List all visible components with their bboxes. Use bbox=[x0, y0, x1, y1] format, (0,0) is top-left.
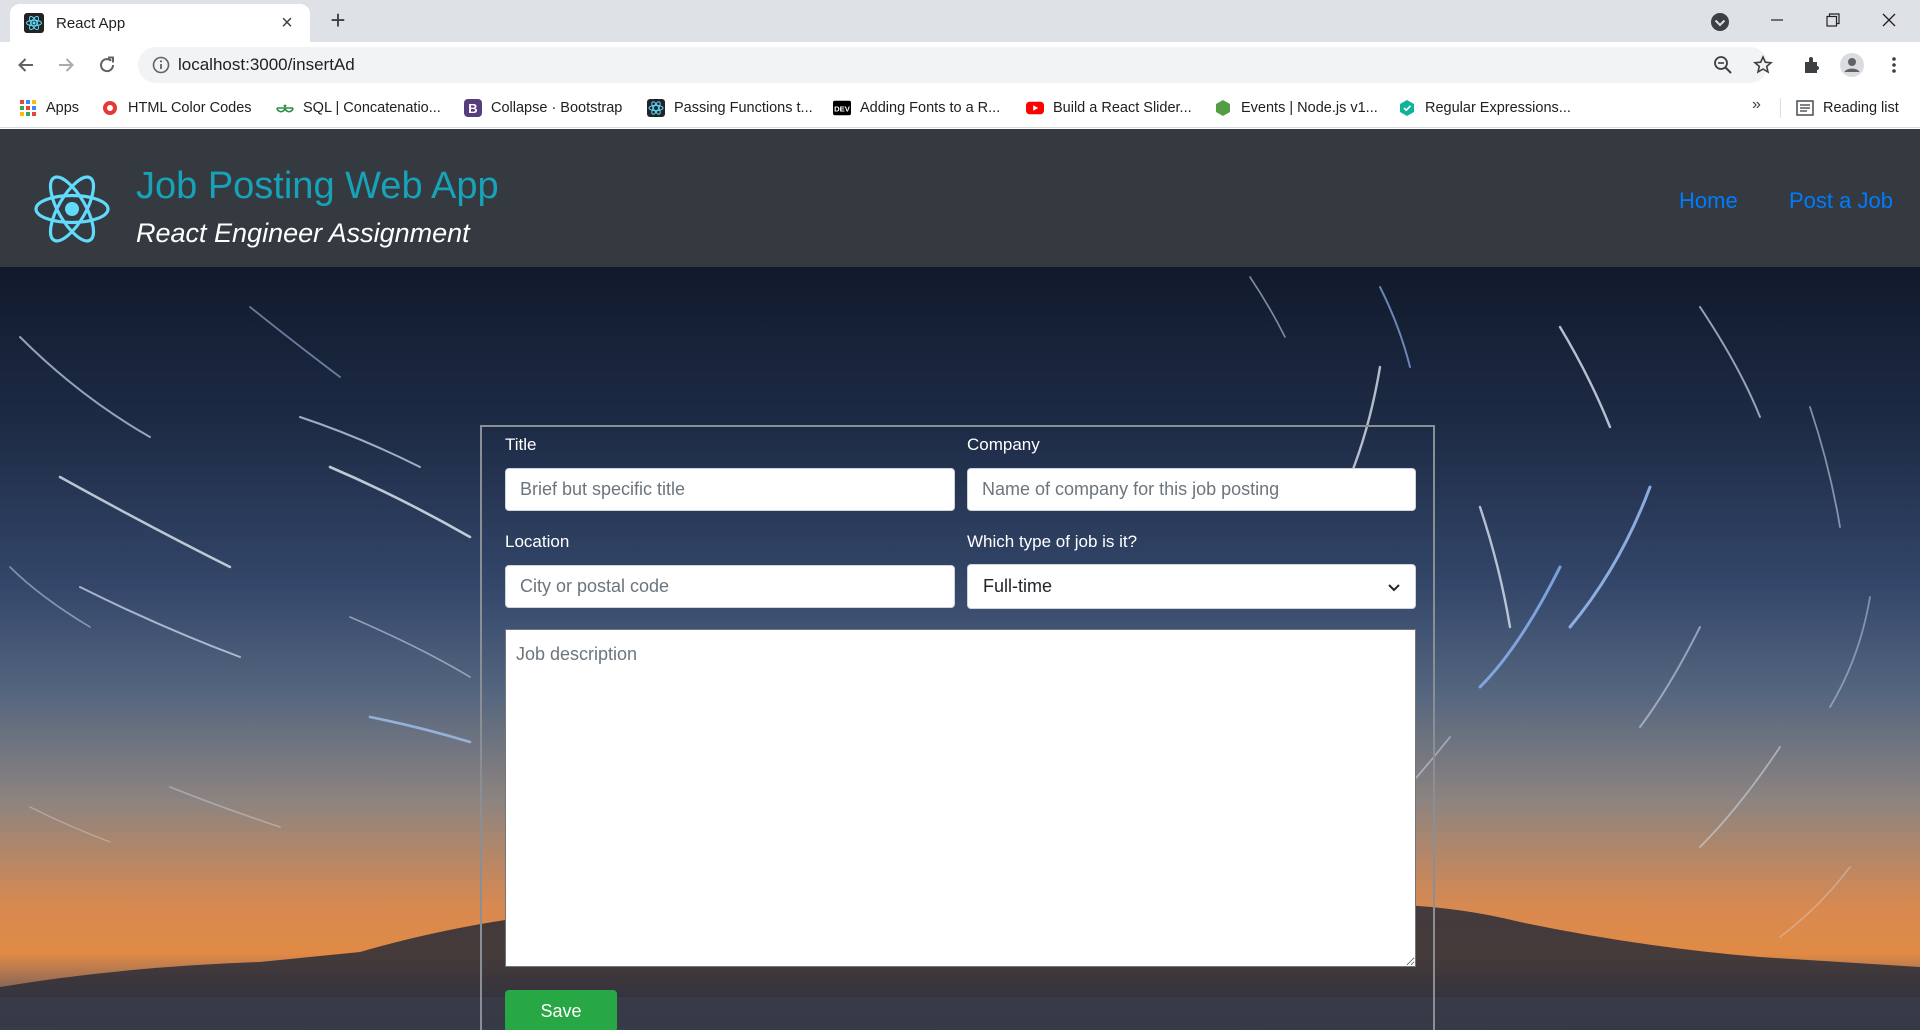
profile-avatar-icon[interactable] bbox=[1838, 51, 1866, 79]
restore-icon[interactable] bbox=[1810, 0, 1856, 40]
extensions-icon[interactable] bbox=[1798, 51, 1826, 79]
brand-title[interactable]: Job Posting Web App bbox=[136, 165, 499, 208]
bookmark-label: Build a React Slider... bbox=[1053, 100, 1192, 116]
page-viewport: Job Posting Web App React Engineer Assig… bbox=[0, 129, 1920, 1030]
browser-tab[interactable]: React App × bbox=[10, 4, 310, 42]
reading-list-button[interactable]: Reading list bbox=[1796, 97, 1899, 119]
dev-icon: DEV bbox=[833, 99, 851, 117]
site-info-icon[interactable] bbox=[150, 54, 172, 76]
bookmark-label: HTML Color Codes bbox=[128, 100, 252, 116]
job-type-select[interactable]: Full-time bbox=[967, 564, 1416, 609]
bookmark-react-slider[interactable]: Build a React Slider... bbox=[1026, 97, 1192, 119]
react-favicon-icon bbox=[24, 13, 44, 33]
save-button[interactable]: Save bbox=[505, 990, 617, 1030]
bookmark-star-icon[interactable] bbox=[1752, 54, 1774, 76]
location-input[interactable] bbox=[505, 565, 955, 608]
svg-text:B: B bbox=[468, 101, 477, 116]
reading-list-label: Reading list bbox=[1823, 100, 1899, 116]
nav-post-job-link[interactable]: Post a Job bbox=[1789, 188, 1893, 214]
bookmark-regular-expressions[interactable]: Regular Expressions... bbox=[1398, 97, 1571, 119]
close-tab-icon[interactable]: × bbox=[276, 12, 298, 34]
tab-title: React App bbox=[56, 14, 126, 32]
job-type-label: Which type of job is it? bbox=[967, 532, 1138, 551]
svg-text:DEV: DEV bbox=[834, 105, 851, 114]
location-label: Location bbox=[505, 532, 570, 551]
geeksforgeeks-icon bbox=[276, 99, 294, 117]
react-logo-icon bbox=[32, 173, 112, 245]
bookmark-label: Events | Node.js v1... bbox=[1241, 100, 1378, 116]
window-close-icon[interactable] bbox=[1866, 0, 1912, 40]
tab-strip: React App × + bbox=[0, 0, 1920, 42]
more-bookmarks-chevron[interactable]: » bbox=[1752, 96, 1761, 114]
nodejs-icon bbox=[1214, 99, 1232, 117]
bookmark-collapse-bootstrap[interactable]: B Collapse · Bootstrap bbox=[464, 97, 622, 119]
title-input[interactable] bbox=[505, 468, 955, 511]
reload-icon[interactable] bbox=[93, 51, 121, 79]
bookmark-adding-fonts[interactable]: DEV Adding Fonts to a R... bbox=[833, 97, 1000, 119]
bookmark-label: Apps bbox=[46, 100, 80, 116]
bookmark-label: Passing Functions t... bbox=[674, 100, 813, 116]
title-label: Title bbox=[505, 435, 537, 454]
app-navbar: Job Posting Web App React Engineer Assig… bbox=[0, 129, 1920, 267]
back-icon[interactable] bbox=[12, 51, 40, 79]
regex-icon bbox=[1398, 99, 1416, 117]
bookmarks-divider bbox=[1780, 98, 1781, 118]
brand-subtitle: React Engineer Assignment bbox=[136, 218, 470, 248]
job-type-value: Full-time bbox=[983, 576, 1053, 596]
bootstrap-icon: B bbox=[464, 99, 482, 117]
zoom-icon[interactable] bbox=[1712, 54, 1734, 76]
address-bar[interactable]: localhost:3000/insertAd bbox=[138, 47, 1773, 83]
company-label: Company bbox=[967, 435, 1040, 454]
browser-toolbar: localhost:3000/insertAd bbox=[0, 42, 1920, 88]
forward-icon[interactable] bbox=[52, 51, 80, 79]
url-text: localhost:3000/insertAd bbox=[178, 55, 355, 74]
minimize-icon[interactable] bbox=[1754, 0, 1800, 40]
html-color-codes-icon bbox=[101, 99, 119, 117]
bookmark-label: Regular Expressions... bbox=[1425, 100, 1571, 116]
tab-search-icon[interactable] bbox=[1708, 10, 1732, 34]
bookmark-sql-concatenation[interactable]: SQL | Concatenatio... bbox=[276, 97, 441, 119]
new-tab-icon[interactable]: + bbox=[324, 6, 352, 34]
job-posting-form: Title Company Location Which type of job… bbox=[480, 425, 1435, 1030]
nav-home-link[interactable]: Home bbox=[1679, 188, 1738, 214]
bookmark-label: Adding Fonts to a R... bbox=[860, 100, 1001, 116]
bookmark-label: SQL | Concatenatio... bbox=[303, 100, 441, 116]
menu-kebab-icon[interactable] bbox=[1880, 51, 1908, 79]
bookmark-html-color-codes[interactable]: HTML Color Codes bbox=[101, 97, 252, 119]
star-trails-background: Title Company Location Which type of job… bbox=[0, 267, 1920, 1030]
bookmark-nodejs-events[interactable]: Events | Node.js v1... bbox=[1214, 97, 1378, 119]
job-description-textarea[interactable] bbox=[505, 629, 1416, 967]
apps-grid-icon bbox=[19, 99, 37, 117]
bookmark-passing-functions[interactable]: Passing Functions t... bbox=[647, 97, 813, 119]
bookmark-apps[interactable]: Apps bbox=[19, 97, 79, 119]
bookmark-label: Collapse · Bootstrap bbox=[491, 100, 623, 116]
react-icon bbox=[647, 99, 665, 117]
chevron-down-icon bbox=[1388, 576, 1400, 597]
bookmarks-bar: Apps HTML Color Codes SQL | Concatenatio… bbox=[0, 88, 1920, 128]
reading-list-icon bbox=[1796, 99, 1814, 117]
company-input[interactable] bbox=[967, 468, 1416, 511]
youtube-icon bbox=[1026, 99, 1044, 117]
